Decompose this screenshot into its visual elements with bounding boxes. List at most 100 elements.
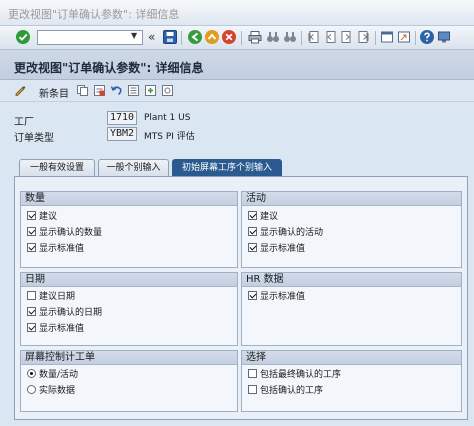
binoculars-plus-shape: [284, 32, 296, 42]
window-titlebar: 更改视图"订单确认参数": 详细信息: [0, 0, 474, 26]
copy-pages-shape: [77, 85, 88, 96]
checkbox[interactable]: [248, 227, 257, 236]
toolbar-divider: [241, 31, 242, 45]
toolbar-divider: [375, 31, 376, 45]
radio-button[interactable]: [27, 369, 36, 378]
group-activities-title: 活动: [242, 192, 461, 206]
option-include-final-confirmed[interactable]: 包括最终确认的工序: [248, 369, 341, 381]
checkbox[interactable]: [248, 291, 257, 300]
option-label: 包括最终确认的工序: [260, 370, 342, 380]
next-page-icon[interactable]: [340, 30, 354, 44]
select-block-icon[interactable]: [144, 84, 157, 97]
checkbox[interactable]: [27, 323, 36, 332]
checkbox[interactable]: [248, 243, 257, 252]
option-actual-data[interactable]: 实际数据: [27, 385, 75, 397]
option-label: 建议日期: [39, 292, 76, 302]
toolbar-divider: [415, 31, 416, 45]
delete-row-shape: [94, 85, 105, 96]
group-selection: 选择 包括最终确认的工序 包括确认的工序: [241, 350, 462, 412]
standard-toolbar: ▼ «: [0, 26, 474, 50]
option-label: 建议: [260, 212, 279, 222]
plant-description: Plant 1 US: [144, 113, 191, 123]
option-include-confirmed[interactable]: 包括确认的工序: [248, 385, 323, 397]
printer-shape: [248, 31, 262, 44]
checkbox[interactable]: [248, 211, 257, 220]
undo-icon[interactable]: [110, 84, 123, 97]
help-icon[interactable]: [420, 30, 434, 44]
find-next-icon[interactable]: [283, 30, 297, 44]
layout-icon[interactable]: [437, 30, 451, 44]
option-dates-propose[interactable]: 建议日期: [27, 291, 75, 303]
deselect-all-icon[interactable]: [161, 84, 174, 97]
option-label: 显示确认的数量: [39, 228, 103, 238]
first-page-icon[interactable]: [306, 30, 320, 44]
new-entries-button[interactable]: 新条目: [39, 85, 69, 100]
x-mark-shape: [225, 33, 233, 41]
save-icon[interactable]: [163, 30, 177, 44]
checkbox[interactable]: [248, 369, 257, 378]
option-hr-show-standard[interactable]: 显示标准值: [248, 291, 305, 303]
undo-arrow-shape: [110, 86, 122, 96]
tab-general-settings[interactable]: 一般有效设置: [19, 159, 95, 176]
copy-icon[interactable]: [76, 84, 89, 97]
group-screen-control-title: 屏幕控制计工单: [21, 351, 237, 365]
select-block-shape: [145, 85, 156, 96]
check-circle-icon[interactable]: [16, 30, 30, 44]
tab-initial-screen-operation-entry[interactable]: 初始屏幕工序个别输入: [172, 159, 282, 176]
print-icon[interactable]: [248, 30, 262, 44]
shortcut-icon[interactable]: [397, 30, 411, 44]
find-icon[interactable]: [266, 30, 280, 44]
glasses-pencil-icon[interactable]: [14, 84, 27, 97]
chevron-down-icon[interactable]: ▼: [131, 31, 137, 40]
delete-icon[interactable]: [93, 84, 106, 97]
tab-panel: 数量 建议 显示确认的数量 显示标准值 活动 建议 显示确认的活动 显示标准值: [14, 176, 468, 420]
option-label: 实际数据: [39, 386, 76, 396]
plant-label: 工厂: [14, 117, 34, 128]
order-type-field[interactable]: YBM2: [107, 127, 137, 141]
option-label: 建议: [39, 212, 58, 222]
back-icon[interactable]: [188, 30, 202, 44]
cancel-icon[interactable]: [222, 30, 236, 44]
option-activities-show-standard[interactable]: 显示标准值: [248, 243, 305, 255]
checkbox[interactable]: [27, 307, 36, 316]
option-quantity-propose[interactable]: 建议: [27, 211, 57, 223]
tab-general-individual-entry[interactable]: 一般个别输入: [98, 159, 169, 176]
window-arrow-shape: [398, 31, 410, 43]
option-label: 显示标准值: [39, 244, 85, 254]
option-dates-show-confirmed[interactable]: 显示确认的日期: [27, 307, 102, 319]
previous-page-icon[interactable]: [323, 30, 337, 44]
group-hr-data: HR 数据 显示标准值: [241, 272, 462, 346]
back-arrows-icon[interactable]: «: [148, 29, 155, 45]
exit-icon[interactable]: [205, 30, 219, 44]
left-arrow-shape: [191, 32, 199, 42]
radio-button[interactable]: [27, 385, 36, 394]
check-mark-icon: [18, 33, 28, 41]
screen-title-band: 更改视图"订单确认参数": 详细信息: [0, 50, 474, 80]
checkbox[interactable]: [27, 211, 36, 220]
option-quantity-show-standard[interactable]: 显示标准值: [27, 243, 84, 255]
option-label: 显示确认的日期: [39, 308, 103, 318]
option-activities-propose[interactable]: 建议: [248, 211, 278, 223]
new-session-icon[interactable]: [380, 30, 394, 44]
command-field[interactable]: [37, 30, 143, 45]
option-quantity-show-confirmed[interactable]: 显示确认的数量: [27, 227, 102, 239]
group-activities: 活动 建议 显示确认的活动 显示标准值: [241, 191, 462, 268]
option-dates-show-standard[interactable]: 显示标准值: [27, 323, 84, 335]
select-all-icon[interactable]: [127, 84, 140, 97]
group-quantity-title: 数量: [21, 192, 237, 206]
plant-field[interactable]: 1710: [107, 111, 137, 125]
checkbox[interactable]: [27, 291, 36, 300]
up-arrow-shape: [207, 33, 217, 40]
option-label: 显示标准值: [260, 244, 306, 254]
option-label: 显示标准值: [260, 292, 306, 302]
checkbox[interactable]: [248, 385, 257, 394]
floppy-disk-shape: [166, 32, 174, 42]
select-all-shape: [128, 85, 139, 96]
toolbar-divider: [301, 31, 302, 45]
last-page-icon[interactable]: [357, 30, 371, 44]
order-type-description: MTS PI 评估: [144, 132, 195, 142]
checkbox[interactable]: [27, 243, 36, 252]
option-activities-show-confirmed[interactable]: 显示确认的活动: [248, 227, 323, 239]
option-quantity-activity[interactable]: 数量/活动: [27, 369, 78, 381]
checkbox[interactable]: [27, 227, 36, 236]
